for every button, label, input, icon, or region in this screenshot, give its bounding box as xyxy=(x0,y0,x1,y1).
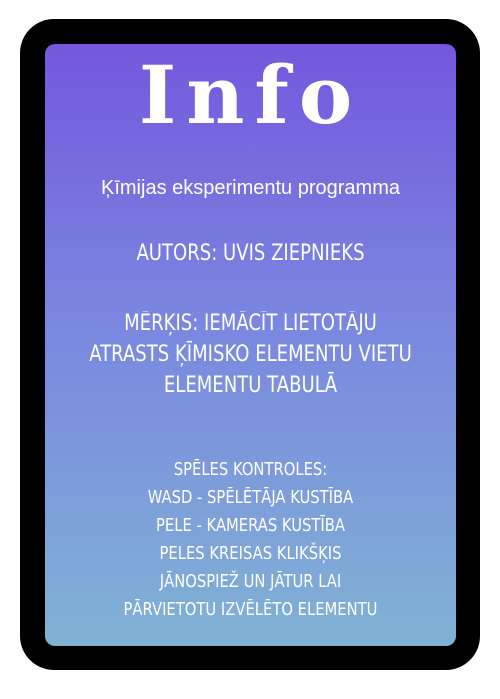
goal-line: ATRASTS ĶĪMISKO ELEMENTU VIETU xyxy=(89,342,412,367)
controls-line: WASD - SPĒLĒTĀJA KUSTĪBA xyxy=(147,487,354,508)
controls-text: SPĒLES KONTROLES: WASD - SPĒLĒTĀJA KUSTĪ… xyxy=(66,456,436,624)
program-subtitle: Ķīmijas eksperimentu programma xyxy=(101,177,400,199)
goal-line: MĒRĶIS: IEMĀCĪT LIETOTĀJU xyxy=(124,311,377,336)
info-panel: Info Ķīmijas eksperimentu programma AUTO… xyxy=(45,44,456,646)
author-line: AUTORS: UVIS ZIEPNIEKS xyxy=(136,241,365,266)
goal-line: ELEMENTU TABULĀ xyxy=(163,373,338,398)
goal-text: MĒRĶIS: IEMĀCĪT LIETOTĀJU ATRASTS ĶĪMISK… xyxy=(66,308,436,401)
controls-line: JĀNOSPIEŽ UN JĀTUR LAI xyxy=(159,571,342,592)
info-card-frame: Info Ķīmijas eksperimentu programma AUTO… xyxy=(20,19,480,670)
controls-heading: SPĒLES KONTROLES: xyxy=(173,459,328,480)
info-title: Info xyxy=(138,48,363,142)
controls-line: PELES KREISAS KLIKŠĶIS xyxy=(159,543,342,564)
controls-line: PĀRVIETOTU IZVĒLĒTO ELEMENTU xyxy=(123,599,378,620)
controls-line: PELE - KAMERAS KUSTĪBA xyxy=(156,515,345,536)
